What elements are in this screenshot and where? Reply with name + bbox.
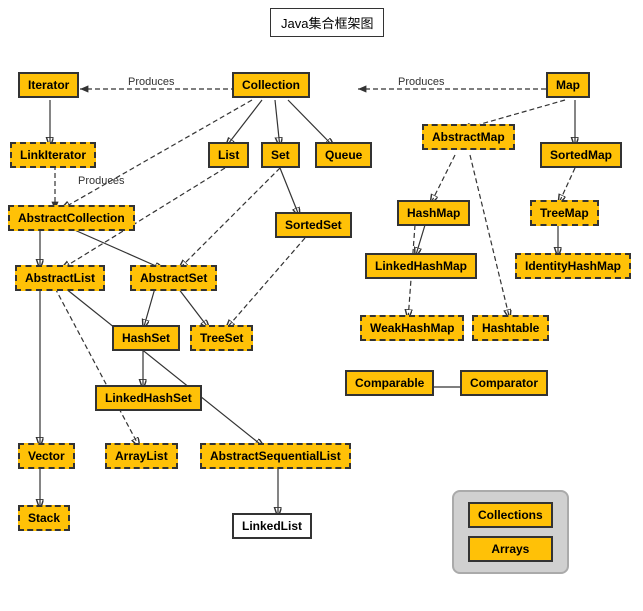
node-queue: Queue xyxy=(315,142,372,168)
node-collections: Collections xyxy=(468,502,553,528)
node-abstractmap: AbstractMap xyxy=(422,124,515,150)
node-vector: Vector xyxy=(18,443,75,469)
node-collection: Collection xyxy=(232,72,310,98)
node-map: Map xyxy=(546,72,590,98)
node-stack: Stack xyxy=(18,505,70,531)
node-treeset: TreeSet xyxy=(190,325,253,351)
node-sortedset: SortedSet xyxy=(275,212,352,238)
diagram-container: Java集合框架图 Produces Produces Produces Ite… xyxy=(0,0,643,611)
node-sortedmap: SortedMap xyxy=(540,142,622,168)
node-treemap: TreeMap xyxy=(530,200,599,226)
node-iterator: Iterator xyxy=(18,72,79,98)
node-abstractlist: AbstractList xyxy=(15,265,105,291)
legend-box: Collections Arrays xyxy=(452,490,569,574)
node-linkiterator: LinkIterator xyxy=(10,142,96,168)
title-box: Java集合框架图 xyxy=(270,8,384,37)
node-hashmap: HashMap xyxy=(397,200,470,226)
title-text: Java集合框架图 xyxy=(281,16,373,31)
node-abstractsequentiallist: AbstractSequentialList xyxy=(200,443,351,469)
produces-label-3: Produces xyxy=(78,175,124,187)
node-linkedhashmap: LinkedHashMap xyxy=(365,253,477,279)
node-hashset: HashSet xyxy=(112,325,180,351)
node-arraylist: ArrayList xyxy=(105,443,178,469)
produces-label-2: Produces xyxy=(398,76,444,88)
node-linkedlist: LinkedList xyxy=(232,513,312,539)
node-arrays: Arrays xyxy=(468,536,553,562)
node-comparable: Comparable xyxy=(345,370,434,396)
node-abstractcollection: AbstractCollection xyxy=(8,205,135,231)
node-hashtable: Hashtable xyxy=(472,315,549,341)
node-identityhashmap: IdentityHashMap xyxy=(515,253,631,279)
node-linkedhashset: LinkedHashSet xyxy=(95,385,202,411)
node-set: Set xyxy=(261,142,300,168)
node-abstractset: AbstractSet xyxy=(130,265,217,291)
node-list: List xyxy=(208,142,249,168)
node-weakhashmap: WeakHashMap xyxy=(360,315,464,341)
node-comparator: Comparator xyxy=(460,370,548,396)
produces-label-1: Produces xyxy=(128,76,174,88)
